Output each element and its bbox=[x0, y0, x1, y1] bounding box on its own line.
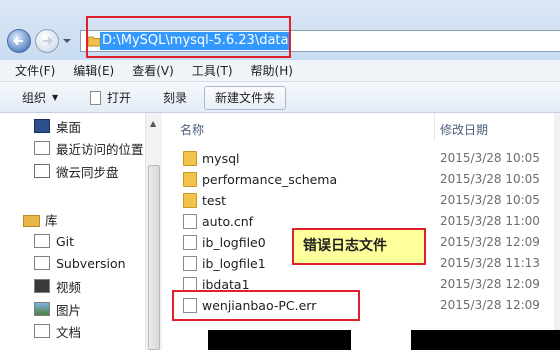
nav-item-libraries[interactable]: 库 bbox=[23, 209, 58, 229]
column-modified[interactable]: 修改日期 bbox=[440, 121, 488, 138]
nav-item-label: 库 bbox=[45, 212, 58, 228]
list-item[interactable]: performance_schema 2015/3/28 10:05 bbox=[162, 169, 560, 190]
file-name: ib_logfile0 bbox=[202, 235, 266, 250]
address-row: D:\MySQL\mysql-5.6.23\data bbox=[0, 0, 560, 60]
git-library-icon bbox=[34, 234, 50, 248]
nav-item-desktop[interactable]: 桌面 bbox=[34, 116, 81, 136]
nav-item-recent-places[interactable]: 最近访问的位置 bbox=[34, 138, 144, 158]
picture-library-icon bbox=[34, 302, 50, 316]
nav-item-label: 文档 bbox=[56, 324, 82, 340]
library-icon bbox=[23, 212, 40, 227]
nav-item-label: 图片 bbox=[56, 302, 82, 318]
organize-label: 组织 bbox=[22, 91, 47, 105]
scrollbar-thumb[interactable] bbox=[148, 165, 160, 350]
forward-arrow-icon bbox=[43, 36, 53, 46]
command-bar: 组织 ▼ 打开 刻录 新建文件夹 bbox=[0, 82, 560, 113]
open-label: 打开 bbox=[107, 91, 132, 105]
back-button[interactable] bbox=[7, 29, 31, 53]
folder-icon bbox=[183, 193, 197, 208]
config-file-icon bbox=[183, 214, 197, 229]
redaction-bar bbox=[208, 330, 351, 350]
new-folder-label: 新建文件夹 bbox=[215, 91, 276, 105]
nav-item-label: 视频 bbox=[56, 279, 82, 295]
redaction-bar bbox=[411, 330, 560, 350]
list-item[interactable]: test 2015/3/28 10:05 bbox=[162, 190, 560, 211]
burn-label: 刻录 bbox=[163, 91, 188, 105]
open-button[interactable]: 打开 bbox=[90, 86, 131, 110]
file-name: ib_logfile1 bbox=[202, 256, 266, 271]
forward-button[interactable] bbox=[35, 29, 59, 53]
nav-item-label: 桌面 bbox=[56, 119, 82, 135]
svn-library-icon bbox=[34, 256, 50, 270]
file-date: 2015/3/28 11:00 bbox=[440, 214, 540, 228]
file-name: test bbox=[202, 193, 227, 208]
nav-item-label: 最近访问的位置 bbox=[56, 141, 144, 157]
file-date: 2015/3/28 12:09 bbox=[440, 277, 540, 291]
nav-item-documents[interactable]: 文档 bbox=[34, 321, 81, 341]
desktop-icon bbox=[34, 119, 50, 133]
column-header: 名称 修改日期 bbox=[162, 113, 560, 141]
back-arrow-icon bbox=[13, 36, 23, 46]
file-name: auto.cnf bbox=[202, 214, 254, 229]
file-date: 2015/3/28 10:05 bbox=[440, 172, 540, 186]
new-folder-button[interactable]: 新建文件夹 bbox=[204, 86, 287, 110]
menu-edit[interactable]: 编辑(E) bbox=[64, 60, 123, 82]
folder-icon bbox=[183, 151, 197, 166]
menu-help[interactable]: 帮助(H) bbox=[242, 60, 302, 82]
file-date: 2015/3/28 12:09 bbox=[440, 298, 540, 312]
burn-button[interactable]: 刻录 bbox=[163, 86, 187, 110]
document-library-icon bbox=[34, 324, 50, 338]
scroll-up-icon[interactable]: ▲ bbox=[150, 119, 156, 128]
address-highlight-box bbox=[86, 16, 291, 58]
document-icon bbox=[90, 91, 101, 105]
menu-bar: 文件(F) 编辑(E) 查看(V) 工具(T) 帮助(H) bbox=[0, 60, 560, 82]
menu-tools[interactable]: 工具(T) bbox=[183, 60, 242, 82]
nav-item-label: Subversion bbox=[56, 255, 126, 271]
file-name: performance_schema bbox=[202, 172, 338, 187]
file-date: 2015/3/28 11:13 bbox=[440, 256, 540, 270]
folder-icon bbox=[183, 172, 197, 187]
column-divider[interactable] bbox=[434, 113, 435, 141]
file-date: 2015/3/28 10:05 bbox=[440, 151, 540, 165]
nav-item-label: Git bbox=[56, 233, 75, 249]
nav-item-weiyun[interactable]: 微云同步盘 bbox=[34, 161, 119, 181]
nav-item-label: 微云同步盘 bbox=[56, 164, 119, 180]
nav-item-git[interactable]: Git bbox=[34, 231, 74, 251]
nav-item-pictures[interactable]: 图片 bbox=[34, 299, 81, 319]
menu-file[interactable]: 文件(F) bbox=[6, 60, 64, 82]
explorer-window: D:\MySQL\mysql-5.6.23\data 文件(F) 编辑(E) 查… bbox=[0, 0, 560, 350]
recent-pages-dropdown[interactable] bbox=[62, 36, 72, 46]
file-name: mysql bbox=[202, 151, 240, 166]
file-icon bbox=[183, 256, 197, 271]
file-date: 2015/3/28 12:09 bbox=[440, 235, 540, 249]
list-item[interactable]: mysql 2015/3/28 10:05 bbox=[162, 148, 560, 169]
chevron-down-icon bbox=[63, 39, 71, 43]
nav-item-subversion[interactable]: Subversion bbox=[34, 253, 126, 273]
video-library-icon bbox=[34, 279, 50, 293]
chevron-down-icon: ▼ bbox=[52, 93, 59, 102]
navigation-pane: 桌面 最近访问的位置 微云同步盘 库 Git Subversion 视频 图片 … bbox=[0, 113, 162, 350]
column-name[interactable]: 名称 bbox=[180, 121, 204, 138]
file-icon bbox=[183, 235, 197, 250]
nav-item-video[interactable]: 视频 bbox=[34, 276, 81, 296]
weiyun-sync-icon bbox=[34, 164, 50, 178]
file-list-scrollbar[interactable] bbox=[554, 113, 560, 350]
recent-places-icon bbox=[34, 141, 50, 155]
organize-button[interactable]: 组织 ▼ bbox=[22, 86, 58, 110]
error-file-highlight-box bbox=[172, 290, 360, 321]
menu-view[interactable]: 查看(V) bbox=[123, 60, 183, 82]
annotation-callout: 错误日志文件 bbox=[292, 228, 426, 265]
file-date: 2015/3/28 10:05 bbox=[440, 193, 540, 207]
navigation-scrollbar[interactable]: ▲ bbox=[145, 113, 162, 350]
